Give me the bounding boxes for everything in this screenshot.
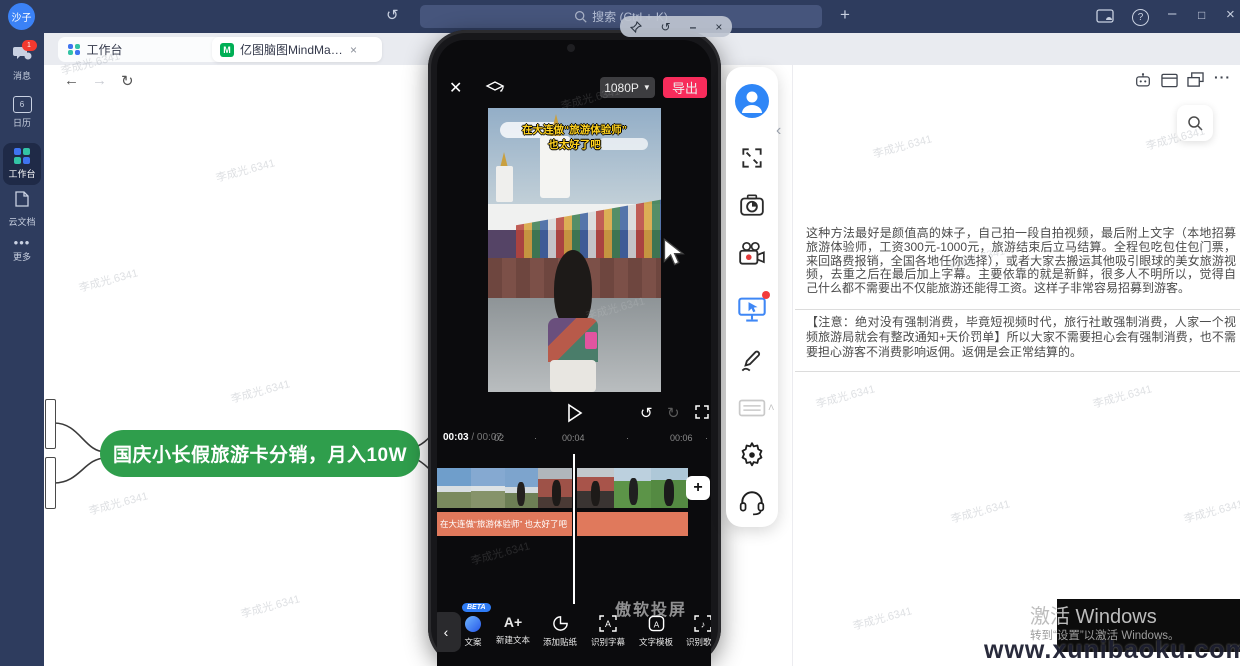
svg-text:A: A [653, 619, 659, 629]
message-badge: 1 [22, 40, 37, 51]
ruler-tick: 00:06 [670, 433, 693, 443]
ruler-tick: 00:04 [562, 433, 585, 443]
export-button[interactable]: 导出 [663, 77, 707, 98]
more-dots-icon: ••• [14, 239, 31, 247]
mindmaster-icon: M [220, 43, 234, 57]
tool-lyrics-recognize[interactable]: ♪ 识别歌词 [680, 615, 711, 648]
search-icon [574, 10, 587, 23]
add-text-icon: A+ [504, 614, 522, 630]
ruler-dot: · [626, 433, 629, 443]
copywriting-icon [465, 616, 481, 632]
help-icon[interactable]: ? [1132, 9, 1149, 26]
app-sidebar: 1 消息 6 日历 工作台 云文档 ••• 更多 [0, 33, 44, 666]
site-watermark: www.xunibaoku.com [984, 636, 1240, 665]
ruler-tick: 02 [494, 433, 504, 443]
timeline-clip-2[interactable] [577, 468, 688, 508]
screenshot-camera-icon[interactable] [726, 193, 778, 217]
panel-collapse-arrow[interactable]: ‹ [776, 122, 781, 140]
sidebar-item-calendar[interactable]: 6 日历 [0, 96, 44, 129]
phone-camera-dot [567, 44, 575, 52]
lyrics-recognize-icon: ♪ [694, 615, 711, 632]
sidebar-item-more[interactable]: ••• 更多 [0, 239, 44, 263]
tool-new-text[interactable]: A+ 新建文本 [490, 614, 536, 646]
person-hair [554, 250, 592, 328]
sidebar-item-messages[interactable]: 1 消息 [0, 45, 44, 82]
sticker-icon [552, 615, 569, 632]
keyboard-icon[interactable]: ᐱ [726, 397, 778, 424]
tutorial-icon[interactable] [485, 78, 505, 101]
undo-icon[interactable]: ↺ [640, 404, 653, 422]
tab-mindmaster[interactable]: M 亿图脑图MindMaster × [212, 37, 382, 62]
subtitle-segment-1[interactable]: 在大连做“旅游体验师” 也太好了吧 [437, 512, 572, 536]
phone-screen: ✕ 1080P ▼ 导出 在大连做“旅游体验师” 也太好了 [437, 40, 711, 666]
mindmap-note-paragraph-2[interactable]: 【注意：绝对没有强制消费，毕竟短视频时代，旅行社敢强制消费，人家一个视频旅游局就… [806, 315, 1236, 360]
mindmap-note-paragraph-1[interactable]: 这种方法最好是颜值高的妹子，自己拍一段自拍视频，最后附上文字（本地招募旅游体验师… [806, 227, 1236, 296]
sidebar-item-clouddocs[interactable]: 云文档 [0, 191, 44, 228]
account-avatar-icon [735, 84, 769, 118]
mindmap-central-topic[interactable]: 国庆小长假旅游卡分销，月入10W [100, 430, 420, 477]
settings-gear-icon[interactable] [726, 441, 778, 469]
workbench-tab-icon [68, 44, 80, 56]
window-maximize-button[interactable]: □ [1198, 8, 1205, 23]
user-avatar[interactable]: 沙子 [8, 3, 35, 30]
support-headset-icon[interactable] [726, 489, 778, 516]
fullscreen-preview-icon[interactable] [695, 405, 709, 424]
mirror-minimize-icon[interactable]: – [690, 20, 697, 34]
pin-icon[interactable] [630, 21, 642, 33]
mirror-toolbar-panel: ᐱ [726, 67, 778, 527]
chevron-down-icon: ▼ [643, 83, 651, 92]
svg-text:♪: ♪ [701, 620, 706, 630]
calendar-icon: 6 [13, 96, 32, 113]
ruler-dot: · [534, 433, 537, 443]
redo-icon[interactable]: ↻ [667, 404, 680, 422]
tab-workbench[interactable]: 工作台 [58, 37, 224, 62]
mindmap-collapsed-node[interactable] [45, 457, 56, 509]
tool-auto-captions[interactable]: A 识别字幕 [585, 615, 631, 648]
mirror-close-icon[interactable]: × [715, 20, 722, 34]
account-button[interactable] [726, 84, 778, 118]
timeline-clip-1[interactable] [437, 468, 572, 508]
canvas-search-button[interactable] [1177, 105, 1213, 141]
fullscreen-icon[interactable] [726, 145, 778, 171]
notification-dot [762, 291, 770, 299]
beta-badge: BETA [462, 603, 491, 612]
editor-close-icon[interactable]: ✕ [449, 78, 462, 98]
announcement-icon[interactable] [1096, 8, 1115, 30]
window-close-button[interactable]: × [1226, 7, 1235, 22]
window-minimize-button[interactable]: – [1168, 6, 1176, 21]
add-clip-button[interactable]: + [686, 476, 710, 500]
remote-control-icon[interactable] [726, 295, 778, 328]
subtitle-segment-2[interactable] [577, 512, 688, 536]
ruler-dot: · [705, 433, 708, 443]
cloud-doc-icon [14, 191, 30, 212]
resolution-dropdown[interactable]: 1080P ▼ [600, 77, 655, 98]
playhead[interactable] [573, 454, 575, 604]
text-template-icon: A [648, 615, 665, 632]
rotate-icon[interactable]: ↺ [661, 20, 671, 34]
windows-activation-title: 激活 Windows [1030, 600, 1157, 629]
play-button[interactable] [566, 403, 584, 428]
workbench-icon [14, 148, 30, 164]
mindmap-collapsed-node[interactable] [45, 399, 56, 449]
tab-close-icon[interactable]: × [350, 43, 357, 57]
chat-icon: 1 [13, 45, 32, 66]
mouse-cursor [662, 238, 686, 268]
mirror-window-controls: ↺ – × [620, 16, 732, 37]
video-caption-line2: 也太好了吧 [488, 137, 661, 152]
caption-recognize-icon: A [599, 615, 617, 632]
sidebar-item-workbench[interactable]: 工作台 [3, 143, 41, 185]
tool-sticker[interactable]: 添加贴纸 [537, 615, 583, 648]
svg-text:A: A [605, 619, 611, 629]
new-tab-button[interactable]: + [840, 7, 850, 22]
video-caption-line1: 在大连做“旅游体验师” [488, 122, 661, 137]
phone-mirror-window: ✕ 1080P ▼ 导出 在大连做“旅游体验师” 也太好了 [428, 30, 721, 666]
search-icon [1187, 115, 1203, 131]
tool-text-template[interactable]: A 文字模板 [633, 615, 679, 648]
pink-bag [585, 332, 597, 349]
video-preview[interactable]: 在大连做“旅游体验师” 也太好了吧 [488, 108, 661, 392]
whiteboard-brush-icon[interactable] [726, 349, 778, 375]
chevron-up-icon: ᐱ [769, 403, 774, 412]
record-camcorder-icon[interactable] [726, 241, 778, 267]
history-icon[interactable]: ↺ [386, 8, 399, 23]
